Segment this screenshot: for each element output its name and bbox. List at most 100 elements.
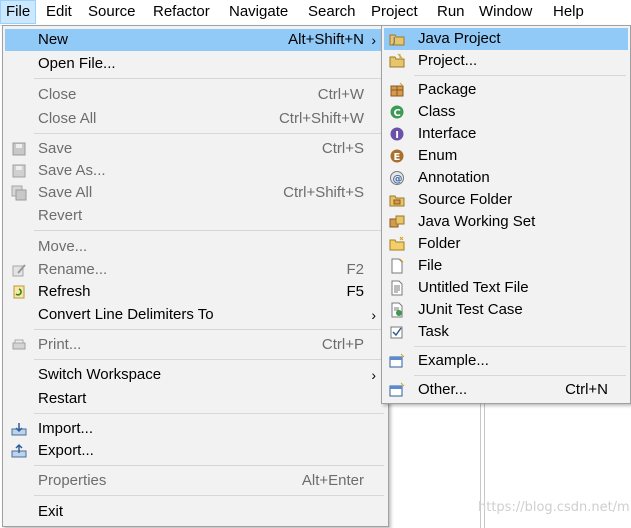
menu-separator <box>34 465 384 466</box>
submenu-item-source-folder[interactable]: Source Folder <box>384 189 628 211</box>
submenu-item-label: File <box>418 257 443 274</box>
menu-item-label: Close All <box>38 110 97 127</box>
menu-item-revert[interactable]: Revert <box>5 205 386 227</box>
submenu-item-label: Untitled Text File <box>418 279 529 296</box>
menu-item-accelerator: Alt+Shift+N <box>288 31 364 48</box>
menu-item-new[interactable]: New Alt+Shift+N › <box>5 29 386 51</box>
menu-separator <box>34 133 384 134</box>
interface-icon: I <box>389 126 405 142</box>
submenu-item-package[interactable]: Package <box>384 79 628 101</box>
submenu-item-interface[interactable]: I Interface <box>384 123 628 145</box>
menu-item-label: Revert <box>38 207 83 224</box>
menu-project[interactable]: Project <box>366 0 423 24</box>
menu-item-rename[interactable]: Rename... F2 <box>5 259 386 281</box>
menu-separator <box>34 495 384 496</box>
menu-file[interactable]: File <box>0 0 37 24</box>
submenu-item-untitled-text-file[interactable]: Untitled Text File <box>384 277 628 299</box>
submenu-item-label: Class <box>418 103 456 120</box>
menu-item-label: Move... <box>38 238 88 255</box>
menu-item-exit[interactable]: Exit <box>5 501 386 523</box>
svg-text:I: I <box>395 130 399 141</box>
menu-item-accelerator: F5 <box>346 283 364 300</box>
text-file-icon <box>389 280 405 296</box>
svg-text:@: @ <box>393 174 403 185</box>
refresh-icon <box>11 284 27 300</box>
menu-item-accelerator: F2 <box>346 261 364 278</box>
menu-item-label: Print... <box>38 336 82 353</box>
enum-icon: E <box>389 148 405 164</box>
submenu-item-label: JUnit Test Case <box>418 301 523 318</box>
submenu-item-java-working-set[interactable]: Java Working Set <box>384 211 628 233</box>
menu-item-move[interactable]: Move... <box>5 236 386 258</box>
submenu-item-project[interactable]: Project... <box>384 50 628 72</box>
menu-item-label: Open File... <box>38 55 116 72</box>
submenu-item-annotation[interactable]: @ Annotation <box>384 167 628 189</box>
menu-item-close[interactable]: Close Ctrl+W <box>5 84 386 106</box>
menu-item-save-as[interactable]: Save As... <box>5 160 386 182</box>
submenu-item-task[interactable]: Task <box>384 321 628 343</box>
submenu-item-junit-test-case[interactable]: JUnit Test Case <box>384 299 628 321</box>
menu-window[interactable]: Window <box>474 0 537 24</box>
menu-item-properties[interactable]: Properties Alt+Enter <box>5 470 386 492</box>
menu-edit[interactable]: Edit <box>41 0 77 24</box>
junit-icon <box>389 302 405 318</box>
submenu-item-example[interactable]: Example... <box>384 350 628 372</box>
submenu-item-label: Task <box>418 323 449 340</box>
submenu-item-other[interactable]: Other... Ctrl+N <box>384 379 628 401</box>
menu-item-print[interactable]: Print... Ctrl+P <box>5 334 386 356</box>
menu-separator <box>34 359 384 360</box>
menu-source[interactable]: Source <box>83 0 141 24</box>
menu-separator <box>34 230 384 231</box>
submenu-item-label: Project... <box>418 52 478 69</box>
submenu-item-file[interactable]: File <box>384 255 628 277</box>
menu-item-restart[interactable]: Restart <box>5 388 386 410</box>
submenu-item-label: Java Working Set <box>418 213 536 230</box>
menu-item-convert-line-delimiters[interactable]: Convert Line Delimiters To › <box>5 304 386 326</box>
file-menu: New Alt+Shift+N › Open File... Close Ctr… <box>2 25 389 527</box>
menu-separator <box>414 375 626 376</box>
save-all-icon <box>11 185 27 201</box>
working-set-icon <box>389 214 405 230</box>
menu-item-export[interactable]: Export... <box>5 440 386 462</box>
print-icon <box>11 337 27 353</box>
submenu-item-enum[interactable]: E Enum <box>384 145 628 167</box>
submenu-item-java-project[interactable]: J Java Project <box>384 28 628 50</box>
annotation-icon: @ <box>389 170 405 186</box>
menu-item-label: New <box>38 31 69 48</box>
menu-search[interactable]: Search <box>303 0 361 24</box>
menu-item-save-all[interactable]: Save All Ctrl+Shift+S <box>5 182 386 204</box>
menu-item-refresh[interactable]: Refresh F5 <box>5 281 386 303</box>
svg-text:C: C <box>394 108 401 119</box>
menu-item-label: Save <box>38 140 73 157</box>
menu-help[interactable]: Help <box>548 0 589 24</box>
submenu-item-class[interactable]: C Class <box>384 101 628 123</box>
import-icon <box>11 421 27 437</box>
menu-item-import[interactable]: Import... <box>5 418 386 440</box>
menu-item-label: Import... <box>38 420 94 437</box>
submenu-item-label: Interface <box>418 125 477 142</box>
menu-item-close-all[interactable]: Close All Ctrl+Shift+W <box>5 108 386 130</box>
menu-refactor[interactable]: Refactor <box>148 0 215 24</box>
submenu-item-label: Package <box>418 81 477 98</box>
menu-item-label: Export... <box>38 442 94 459</box>
menu-navigate[interactable]: Navigate <box>224 0 293 24</box>
submenu-arrow-icon: › <box>371 367 376 383</box>
menu-item-label: Convert Line Delimiters To <box>38 306 214 323</box>
menu-item-open-file[interactable]: Open File... <box>5 53 386 75</box>
menu-item-accelerator: Ctrl+N <box>565 381 608 398</box>
submenu-item-folder[interactable]: Folder <box>384 233 628 255</box>
menu-item-label: Properties <box>38 472 107 489</box>
menu-item-switch-workspace[interactable]: Switch Workspace › <box>5 364 386 386</box>
menu-item-accelerator: Ctrl+Shift+W <box>278 110 364 127</box>
submenu-item-label: Folder <box>418 235 461 252</box>
menu-item-accelerator: Ctrl+W <box>317 86 364 103</box>
export-icon <box>11 443 27 459</box>
submenu-item-label: Annotation <box>418 169 490 186</box>
menu-item-accelerator: Ctrl+S <box>321 140 364 157</box>
menu-separator <box>414 346 626 347</box>
save-as-icon <box>11 163 27 179</box>
menu-run[interactable]: Run <box>432 0 470 24</box>
file-icon <box>389 258 405 274</box>
menu-item-save[interactable]: Save Ctrl+S <box>5 138 386 160</box>
package-icon <box>389 82 405 98</box>
